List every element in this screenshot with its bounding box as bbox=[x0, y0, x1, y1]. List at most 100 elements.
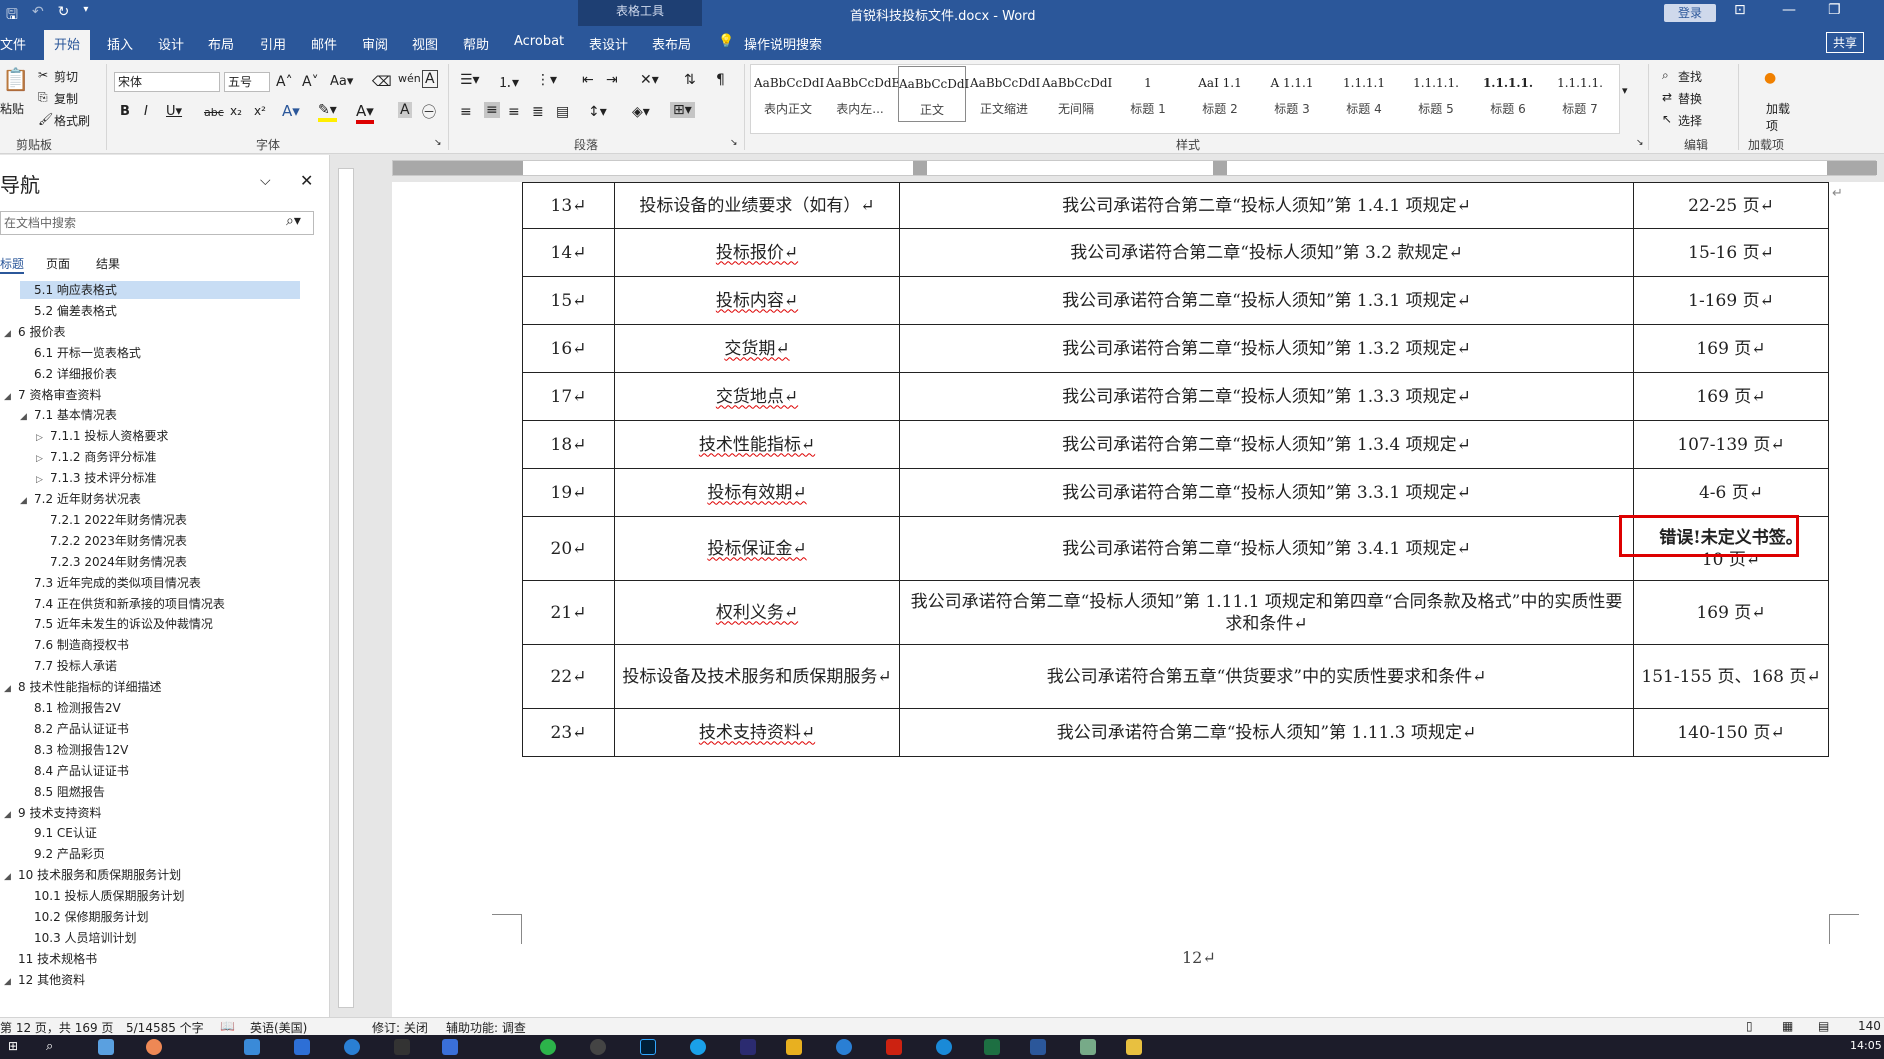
addins-button[interactable]: 加载项 bbox=[1766, 100, 1790, 134]
nav-heading-item[interactable]: 7.6 制造商授权书 bbox=[20, 636, 129, 654]
tab-home[interactable]: 开始 bbox=[44, 30, 91, 63]
paste-button[interactable]: 粘贴 bbox=[0, 100, 24, 117]
chinese-layout-icon[interactable]: ✕▾ bbox=[640, 72, 659, 88]
table-row[interactable]: 14↵ 投标报价↵ 我公司承诺符合第二章“投标人须知”第 3.2 款规定↵ 15-16… bbox=[522, 228, 1829, 277]
photoshop-icon[interactable] bbox=[640, 1039, 656, 1055]
table-row[interactable]: 21↵ 权利义务↵ 我公司承诺符合第二章“投标人须知”第 1.11.1 项规定和第四… bbox=[522, 580, 1829, 645]
tab-mailings[interactable]: 邮件 bbox=[311, 34, 337, 53]
table-row[interactable]: 13↵ 投标设备的业绩要求（如有）↵ 我公司承诺符合第二章“投标人须知”第 1.4.… bbox=[522, 182, 1829, 229]
strikethrough-icon[interactable]: abc bbox=[204, 106, 224, 119]
addins-icon[interactable]: ● bbox=[1764, 70, 1776, 86]
style-item[interactable]: 1.1.1.1. 标题 7 bbox=[1546, 66, 1614, 122]
language-status[interactable]: 英语(美国) bbox=[250, 1019, 307, 1036]
style-item[interactable]: 1.1.1.1. 标题 6 bbox=[1474, 66, 1542, 122]
style-item[interactable]: AaBbCcDdI 正文缩进 bbox=[970, 66, 1040, 122]
select-button[interactable]: 选择 bbox=[1678, 112, 1702, 129]
cell-item[interactable]: 投标内容↵ bbox=[614, 276, 900, 325]
nav-heading-item[interactable]: 10.3 人员培训计划 bbox=[20, 929, 137, 947]
restore-icon[interactable]: ❐ bbox=[1828, 2, 1841, 18]
nav-search-input[interactable]: 在文档中搜索 bbox=[0, 211, 314, 235]
table-row[interactable]: 23↵ 技术支持资料↵ 我公司承诺符合第二章“投标人须知”第 1.11.3 项规定↵… bbox=[522, 708, 1829, 757]
shrink-font-icon[interactable]: A˅ bbox=[302, 74, 319, 90]
table-row[interactable]: 15↵ 投标内容↵ 我公司承诺符合第二章“投标人须知”第 1.3.1 项规定↵ 1-1… bbox=[522, 276, 1829, 325]
search-icon[interactable]: ⌕ bbox=[46, 1039, 62, 1055]
collapse-icon[interactable]: ◢ bbox=[4, 806, 18, 824]
nav-heading-item[interactable]: 8.4 产品认证证书 bbox=[20, 762, 129, 780]
find-button[interactable]: 查找 bbox=[1678, 68, 1702, 85]
align-right-icon[interactable]: ≡ bbox=[508, 104, 520, 120]
clear-format-icon[interactable]: ⌫ bbox=[372, 74, 392, 90]
table-row[interactable]: 22↵ 投标设备及技术服务和质保期服务↵ 我公司承诺符合第五章“供货要求”中的实质性… bbox=[522, 644, 1829, 709]
web-layout-icon[interactable]: ▤ bbox=[1818, 1019, 1829, 1033]
nav-heading-item[interactable]: 7.4 正在供货和新承接的项目情况表 bbox=[20, 595, 225, 613]
cell-desc[interactable]: 我公司承诺符合第二章“投标人须知”第 1.3.4 项规定↵ bbox=[899, 420, 1634, 469]
collapse-icon[interactable]: ◢ bbox=[4, 325, 18, 343]
word-count-status[interactable]: 5/14585 个字 bbox=[126, 1019, 204, 1036]
nav-heading-item[interactable]: 8.2 产品认证证书 bbox=[20, 720, 129, 738]
table-row[interactable]: 16↵ 交货期↵ 我公司承诺符合第二章“投标人须知”第 1.3.2 项规定↵ 169 … bbox=[522, 324, 1829, 373]
style-item-selected[interactable]: AaBbCcDdI 正文 bbox=[898, 66, 969, 122]
table-row[interactable]: 17↵ 交货地点↵ 我公司承诺符合第二章“投标人须知”第 1.3.3 项规定↵ 169… bbox=[522, 372, 1829, 421]
login-button[interactable]: 登录 bbox=[1664, 4, 1716, 22]
style-item[interactable]: AaBbCcDdI 无间隔 bbox=[1042, 66, 1112, 122]
nav-heading-item[interactable]: ◢ 7.1 基本情况表 bbox=[20, 406, 117, 424]
nav-heading-item[interactable]: ◢ 7 资格审查资料 bbox=[4, 386, 101, 404]
expand-icon[interactable]: ▷ bbox=[36, 429, 50, 447]
cell-no[interactable]: 19↵ bbox=[522, 468, 615, 517]
style-item[interactable]: 1.1.1.1 标题 4 bbox=[1330, 66, 1398, 122]
app-icon[interactable] bbox=[442, 1039, 458, 1055]
font-dialog-launcher-icon[interactable]: ↘ bbox=[434, 138, 442, 148]
close-icon[interactable]: ✕ bbox=[300, 171, 313, 190]
decrease-indent-icon[interactable]: ⇤ bbox=[582, 72, 594, 88]
nav-heading-item[interactable]: ▷ 7.1.3 技术评分标准 bbox=[36, 469, 156, 487]
calculator-icon[interactable] bbox=[98, 1039, 114, 1055]
bold-icon[interactable]: B bbox=[120, 104, 130, 119]
phonetic-guide-icon[interactable]: wén bbox=[398, 72, 421, 85]
styles-dialog-launcher-icon[interactable]: ↘ bbox=[1636, 138, 1644, 148]
redo-icon[interactable]: ↻ bbox=[58, 4, 70, 28]
collapse-icon[interactable]: ◢ bbox=[4, 868, 18, 886]
cell-item[interactable]: 技术性能指标↵ bbox=[614, 420, 900, 469]
cell-no[interactable]: 17↵ bbox=[522, 372, 615, 421]
save-icon[interactable]: 🖫 bbox=[6, 4, 18, 28]
nav-heading-item[interactable]: 6.2 详细报价表 bbox=[20, 365, 117, 383]
nav-heading-item[interactable]: ◢ 12 其他资料 bbox=[4, 971, 85, 989]
cell-desc[interactable]: 我公司承诺符合第二章“投标人须知”第 3.4.1 项规定↵ bbox=[899, 516, 1634, 581]
superscript-icon[interactable]: x² bbox=[254, 104, 266, 118]
cell-no[interactable]: 23↵ bbox=[522, 708, 615, 757]
nav-heading-item[interactable]: ▷ 7.1.1 投标人资格要求 bbox=[36, 427, 168, 445]
app-icon[interactable] bbox=[244, 1039, 260, 1055]
tab-table-design[interactable]: 表设计 bbox=[589, 34, 628, 53]
table-row[interactable]: 19↵ 投标有效期↵ 我公司承诺符合第二章“投标人须知”第 3.3.1 项规定↵ 4-… bbox=[522, 468, 1829, 517]
read-mode-icon[interactable]: ▯ bbox=[1746, 1019, 1753, 1033]
cell-desc[interactable]: 我公司承诺符合第二章“投标人须知”第 1.11.3 项规定↵ bbox=[899, 708, 1634, 757]
style-item[interactable]: AaBbCcDdEe 表内左... bbox=[826, 66, 907, 122]
italic-icon[interactable]: I bbox=[144, 104, 148, 119]
tab-acrobat[interactable]: Acrobat bbox=[514, 34, 564, 49]
word-icon[interactable] bbox=[1030, 1039, 1046, 1055]
char-border-icon[interactable]: A bbox=[422, 70, 438, 88]
cell-desc[interactable]: 我公司承诺符合第二章“投标人须知”第 3.2 款规定↵ bbox=[899, 228, 1634, 277]
minimize-icon[interactable]: — bbox=[1782, 2, 1796, 18]
nav-heading-item[interactable]: ◢ 9 技术支持资料 bbox=[4, 804, 101, 822]
cell-page[interactable]: 107-139 页↵ bbox=[1633, 420, 1829, 469]
grow-font-icon[interactable]: A˄ bbox=[276, 74, 293, 90]
vertical-ruler[interactable] bbox=[338, 168, 354, 1008]
tab-file[interactable]: 文件 bbox=[0, 34, 26, 53]
show-marks-icon[interactable]: ¶ bbox=[716, 72, 725, 88]
app-icon[interactable] bbox=[740, 1039, 756, 1055]
customize-qat-icon[interactable]: ▾ bbox=[83, 4, 88, 28]
distributed-icon[interactable]: ▤ bbox=[556, 104, 569, 120]
enclose-char-icon[interactable]: ㊀ bbox=[422, 102, 436, 122]
nav-tab-headings[interactable]: 标题 bbox=[0, 255, 25, 274]
font-size-combo[interactable]: 五号 bbox=[224, 72, 270, 92]
cell-item[interactable]: 投标报价↵ bbox=[614, 228, 900, 277]
copy-button[interactable]: 复制 bbox=[54, 90, 78, 107]
cell-desc[interactable]: 我公司承诺符合第二章“投标人须知”第 1.3.2 项规定↵ bbox=[899, 324, 1634, 373]
folder-icon[interactable] bbox=[1126, 1039, 1142, 1055]
cell-item[interactable]: 投标设备的业绩要求（如有）↵ bbox=[614, 182, 900, 229]
excel-icon[interactable] bbox=[984, 1039, 1000, 1055]
cell-page[interactable]: 4-6 页↵ bbox=[1633, 468, 1829, 517]
nav-heading-item[interactable]: 8.3 检测报告12V bbox=[20, 741, 128, 759]
cell-no[interactable]: 21↵ bbox=[522, 580, 615, 645]
